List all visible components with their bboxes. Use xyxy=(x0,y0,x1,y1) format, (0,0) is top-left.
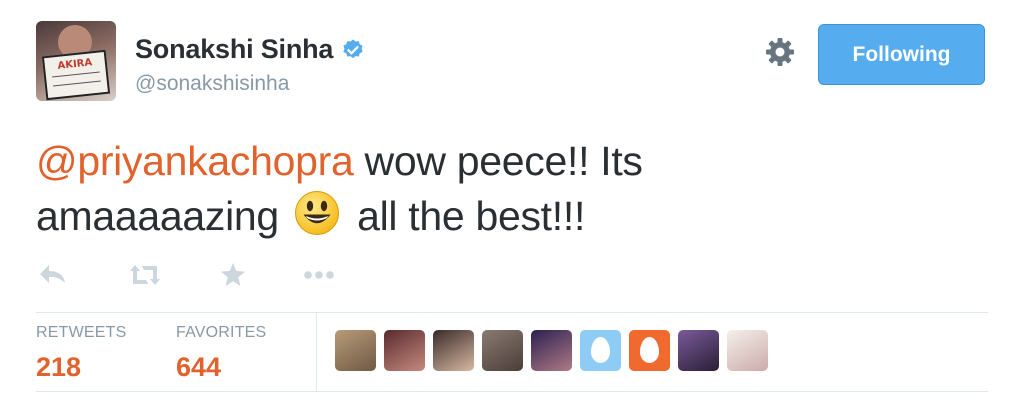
default-egg-icon xyxy=(591,337,610,363)
avatar-clapperboard: AKIRA xyxy=(41,49,111,101)
favoriter-avatar[interactable] xyxy=(433,330,474,371)
stats-divider-bottom xyxy=(36,391,988,392)
stats-divider-vertical xyxy=(316,312,317,392)
clapperboard-text: AKIRA xyxy=(57,57,93,72)
favorites-count: 644 xyxy=(176,352,222,382)
favorite-icon xyxy=(221,263,245,286)
default-egg-icon xyxy=(640,337,659,363)
tweet-text-part-2: all the best!!! xyxy=(345,193,586,239)
reply-button[interactable] xyxy=(36,258,70,292)
tweet-mention-link[interactable]: @priyankachopra xyxy=(36,138,354,184)
more-icon xyxy=(304,271,334,279)
retweets-label: RETWEETS xyxy=(36,324,127,341)
profile-name[interactable]: Sonakshi Sinha xyxy=(135,34,333,65)
gear-icon[interactable] xyxy=(764,36,796,68)
avatar[interactable]: AKIRA xyxy=(36,21,116,101)
retweets-count: 218 xyxy=(36,352,82,382)
favoriter-avatar[interactable] xyxy=(335,330,376,371)
favorites-stat[interactable]: FAVORITES 644 xyxy=(176,324,266,383)
profile-handle[interactable]: @sonakshisinha xyxy=(135,72,289,96)
profile-name-line: Sonakshi Sinha xyxy=(135,34,365,65)
reply-icon xyxy=(40,265,65,283)
favorites-label: FAVORITES xyxy=(176,324,267,341)
tweet-text: @priyankachopra wow peece!! Its amaaaaaz… xyxy=(36,134,796,244)
favoriter-avatar[interactable] xyxy=(384,330,425,371)
verified-badge-icon xyxy=(343,39,363,58)
smiley-emoji-icon xyxy=(294,191,339,235)
favoriter-avatar[interactable] xyxy=(727,330,768,371)
favoriter-avatar[interactable] xyxy=(482,330,523,371)
favoriter-avatar[interactable] xyxy=(531,330,572,371)
favoriter-avatar[interactable] xyxy=(580,330,621,371)
favoriter-avatar[interactable] xyxy=(678,330,719,371)
favorite-button[interactable] xyxy=(216,258,250,292)
retweet-icon xyxy=(130,265,160,285)
stats-divider-top xyxy=(36,312,988,313)
favoriter-avatar[interactable] xyxy=(629,330,670,371)
favoriter-avatars xyxy=(335,330,768,371)
following-button[interactable]: Following xyxy=(818,24,985,85)
more-button[interactable] xyxy=(302,258,336,292)
retweets-stat[interactable]: RETWEETS 218 xyxy=(36,324,127,383)
retweet-button[interactable] xyxy=(128,258,162,292)
